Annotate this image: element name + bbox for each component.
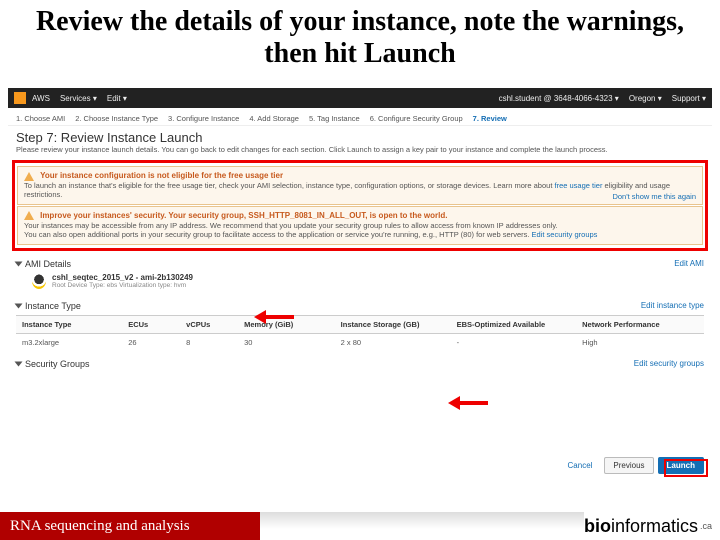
warning2-line2: You can also open additional ports in yo… — [24, 230, 529, 239]
warning-security-group: Improve your instances' security. Your s… — [17, 206, 703, 245]
warning2-title: Improve your instances' security. Your s… — [40, 211, 447, 220]
cell-storage: 2 x 80 — [341, 338, 457, 347]
cell-ecus: 26 — [128, 338, 186, 347]
step-4[interactable]: 4. Add Storage — [249, 114, 299, 123]
col-ecus: ECUs — [128, 320, 186, 329]
link-edit-security-groups-2[interactable]: Edit security groups — [634, 359, 704, 368]
menu-aws[interactable]: AWS — [32, 94, 50, 103]
logo-informatics: informatics — [611, 516, 698, 537]
col-ebs: EBS-Optimized Available — [457, 320, 583, 329]
step-7[interactable]: 7. Review — [473, 114, 507, 123]
cancel-button[interactable]: Cancel — [560, 458, 601, 473]
cell-vcpus: 8 — [186, 338, 244, 347]
col-instance-type: Instance Type — [22, 320, 128, 329]
warning2-line1: Your instances may be accessible from an… — [24, 221, 558, 230]
tux-icon — [32, 273, 46, 289]
caret-icon — [15, 361, 23, 366]
section-security-groups[interactable]: Security Groups Edit security groups — [8, 353, 712, 371]
link-dont-show-again[interactable]: Don't show me this again — [612, 192, 696, 201]
section-ami-label: AMI Details — [25, 259, 71, 269]
logo-bio: bio — [584, 516, 611, 537]
logo-domain: .ca — [700, 521, 712, 531]
wizard-steps: 1. Choose AMI 2. Choose Instance Type 3.… — [8, 108, 712, 126]
aws-screenshot: AWS Services ▾ Edit ▾ cshl.student @ 364… — [8, 88, 712, 478]
link-edit-security-groups[interactable]: Edit security groups — [532, 230, 598, 239]
menu-services[interactable]: Services ▾ — [60, 94, 97, 103]
caret-icon — [15, 261, 23, 266]
ami-row: cshl_seqtec_2015_v2 - ami-2b130249 Root … — [8, 271, 712, 295]
section-sg-label: Security Groups — [25, 359, 90, 369]
step-1[interactable]: 1. Choose AMI — [16, 114, 65, 123]
cell-ebs: - — [457, 338, 583, 347]
section-instance-type-label: Instance Type — [25, 301, 81, 311]
annotation-arrow-2 — [448, 396, 488, 410]
annotation-launch-highlight — [664, 459, 708, 477]
instance-type-table: Instance Type ECUs vCPUs Memory (GiB) In… — [16, 315, 704, 351]
slide-title: Review the details of your instance, not… — [0, 0, 720, 74]
link-edit-ami[interactable]: Edit AMI — [674, 259, 704, 268]
section-instance-type[interactable]: Instance Type Edit instance type — [8, 295, 712, 313]
warning1-title: Your instance configuration is not eligi… — [40, 171, 283, 180]
ami-subtext: Root Device Type: ebs Virtualization typ… — [52, 282, 193, 289]
col-network: Network Performance — [582, 320, 698, 329]
section-ami-details[interactable]: AMI Details Edit AMI — [8, 253, 712, 271]
aws-topbar: AWS Services ▾ Edit ▾ cshl.student @ 364… — [8, 88, 712, 108]
warning-icon — [24, 172, 34, 181]
menu-edit[interactable]: Edit ▾ — [107, 94, 127, 103]
cell-network: High — [582, 338, 698, 347]
footer-logo: bioinformatics.ca — [584, 512, 720, 540]
warning1-body: To launch an instance that's eligible fo… — [24, 181, 552, 190]
step-5[interactable]: 5. Tag Instance — [309, 114, 360, 123]
cell-memory: 30 — [244, 338, 341, 347]
step-3[interactable]: 3. Configure Instance — [168, 114, 239, 123]
step-2[interactable]: 2. Choose Instance Type — [75, 114, 158, 123]
col-vcpus: vCPUs — [186, 320, 244, 329]
previous-button[interactable]: Previous — [604, 457, 653, 474]
cell-instance-type: m3.2xlarge — [22, 338, 128, 347]
annotation-arrow-1 — [254, 310, 294, 324]
caret-icon — [15, 303, 23, 308]
warning-icon — [24, 211, 34, 220]
link-edit-instance-type[interactable]: Edit instance type — [641, 301, 704, 310]
ami-name: cshl_seqtec_2015_v2 - ami-2b130249 — [52, 273, 193, 282]
step7-desc: Please review your instance launch detai… — [8, 145, 712, 158]
slide-footer: RNA sequencing and analysis bioinformati… — [0, 512, 720, 540]
step-6[interactable]: 6. Configure Security Group — [370, 114, 463, 123]
link-free-usage-tier[interactable]: free usage tier — [555, 181, 603, 190]
account-menu[interactable]: cshl.student @ 3648-4066-4323 ▾ — [499, 94, 619, 103]
step7-title: Step 7: Review Instance Launch — [8, 126, 712, 145]
warning-free-tier: Your instance configuration is not eligi… — [17, 166, 703, 205]
aws-logo-icon[interactable] — [14, 92, 26, 104]
region-menu[interactable]: Oregon ▾ — [629, 94, 662, 103]
support-menu[interactable]: Support ▾ — [672, 94, 706, 103]
footer-left: RNA sequencing and analysis — [0, 512, 260, 540]
col-storage: Instance Storage (GB) — [341, 320, 457, 329]
table-header: Instance Type ECUs vCPUs Memory (GiB) In… — [16, 316, 704, 334]
table-row: m3.2xlarge 26 8 30 2 x 80 - High — [16, 334, 704, 351]
annotation-redbox: Your instance configuration is not eligi… — [12, 160, 708, 251]
